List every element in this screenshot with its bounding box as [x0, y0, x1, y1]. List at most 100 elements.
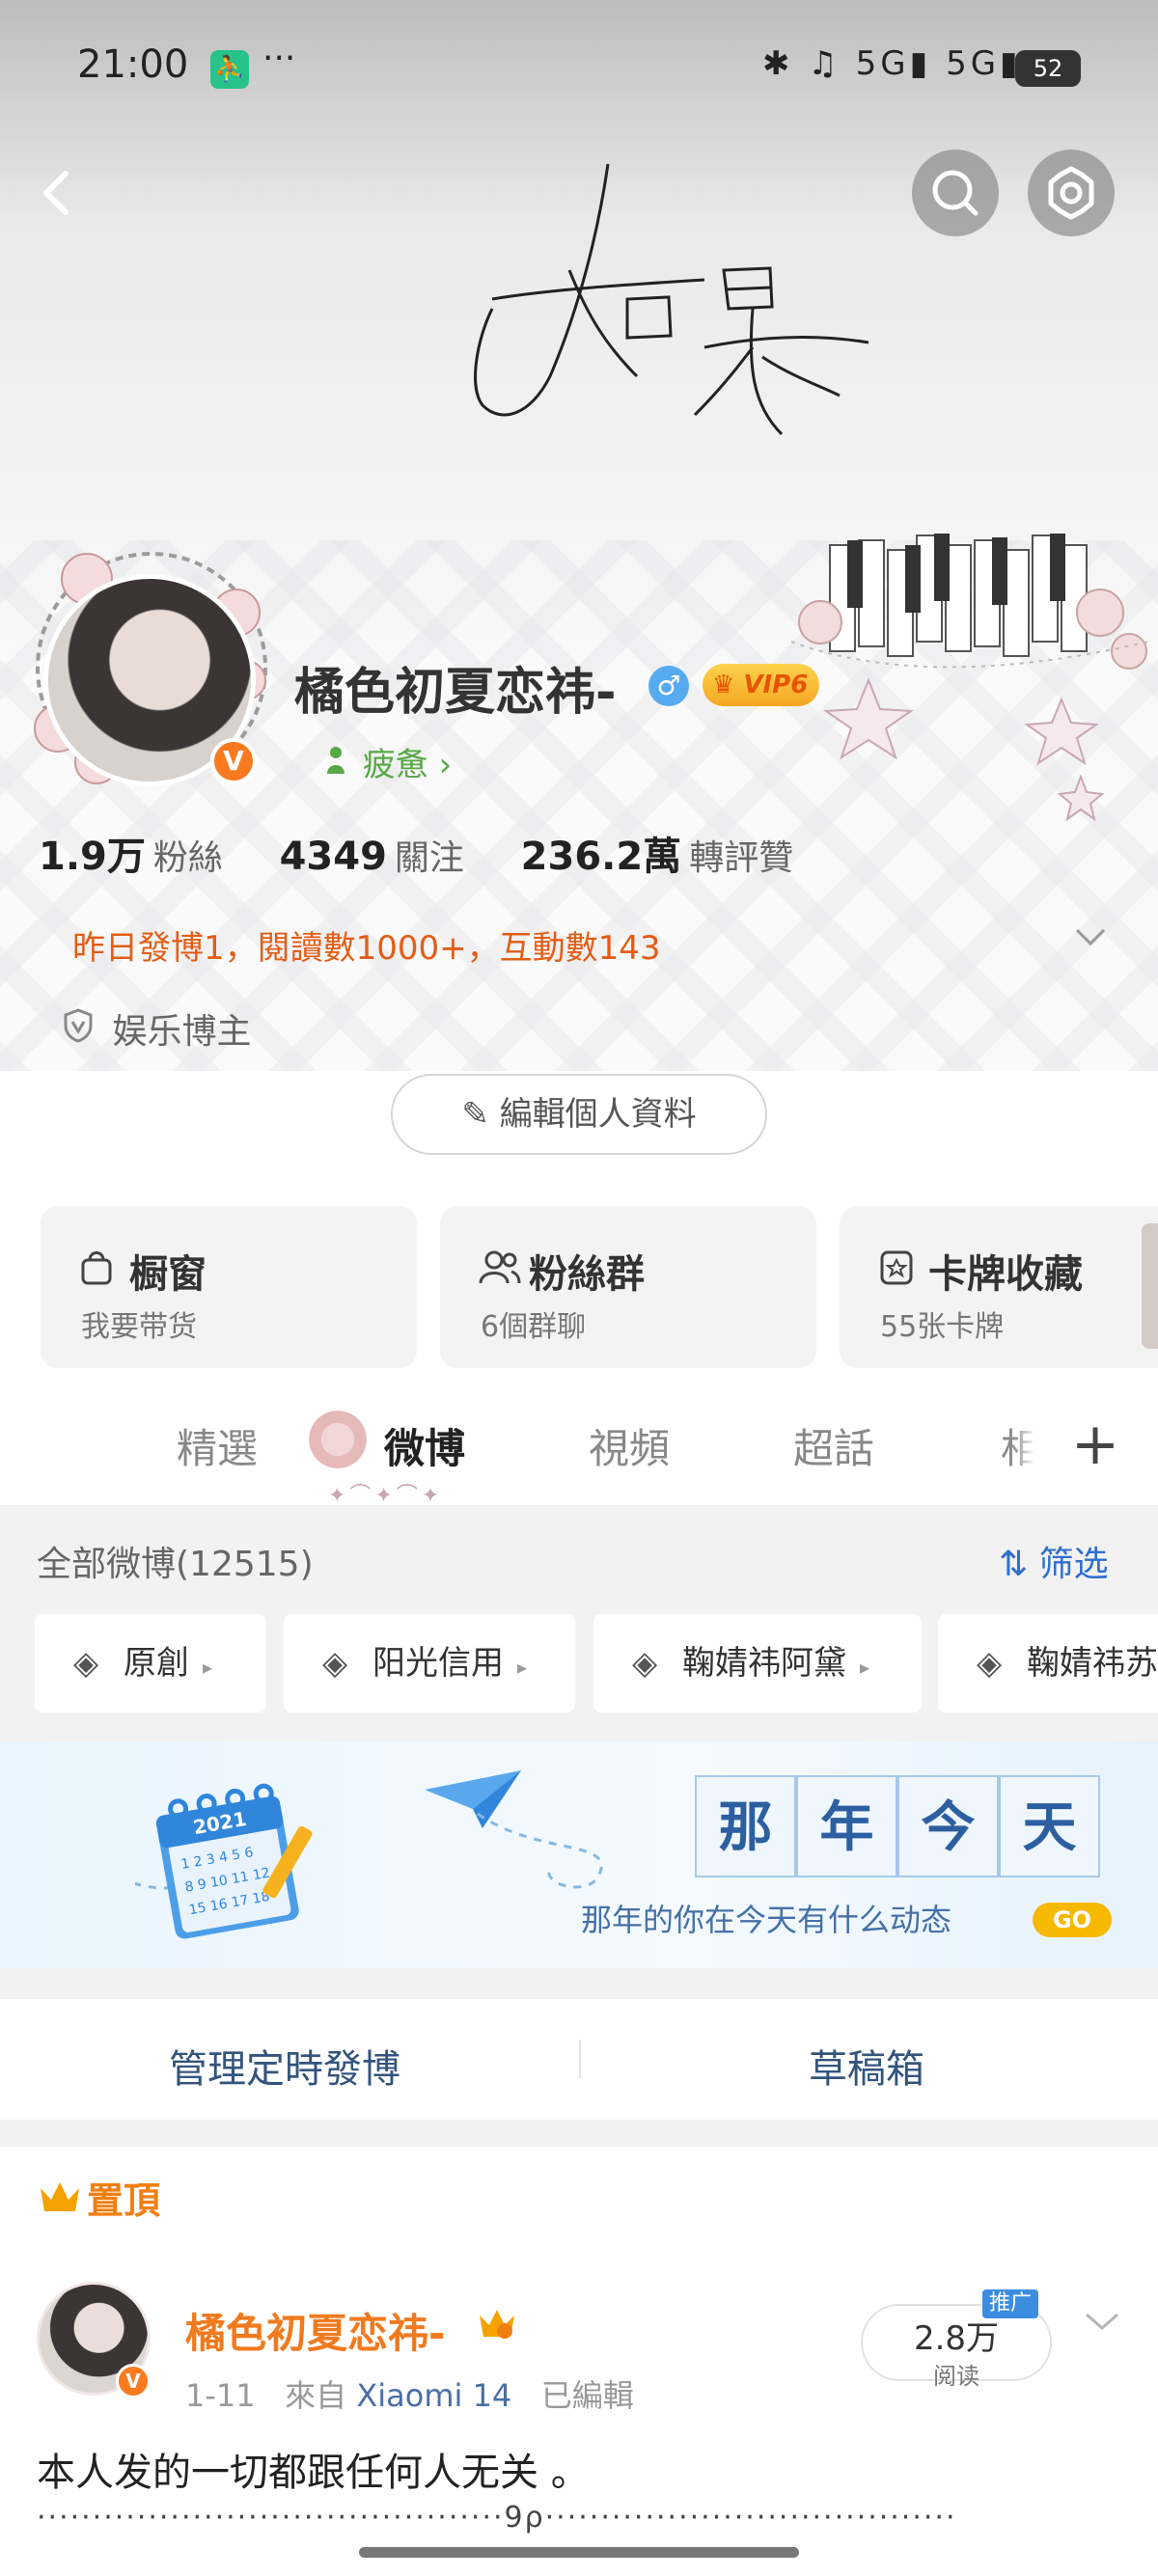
title-char: 年 — [796, 1775, 897, 1877]
status-bar: 21:00 ⛹ ··· ✱ ♫ 5G▮ 5G▮ 52 — [0, 0, 1158, 135]
chip-sunshine-credit[interactable]: ◈ 阳光信用 ▸ — [284, 1614, 575, 1713]
back-arrow-icon[interactable] — [29, 164, 87, 222]
tab-super-topics[interactable]: 超話 — [793, 1416, 874, 1475]
battery-icon: 52 — [1015, 50, 1081, 87]
chip-topic-b[interactable]: ◈ 鞠婧祎苏 — [938, 1614, 1158, 1713]
post-source[interactable]: Xiaomi 14 — [356, 2377, 511, 2414]
title-char: 天 — [999, 1775, 1100, 1877]
read-count: 2.8万 — [913, 2319, 1000, 2358]
vip-badge[interactable]: ♛ VIP6 — [703, 664, 820, 706]
post-author-name[interactable]: 橘色初夏恋祎- — [185, 2301, 445, 2360]
more-notifications-icon: ··· — [262, 39, 296, 78]
scheduled-posts-button[interactable]: 管理定時發博 — [169, 2038, 400, 2094]
card-collection-title: 卡牌收藏 — [928, 1252, 1083, 1297]
profile-screen: 21:00 ⛹ ··· ✱ ♫ 5G▮ 5G▮ 52 V 橘色初夏恋祎- ♂ ♛… — [0, 0, 1158, 2576]
layers-icon: ◈ — [977, 1644, 1003, 1683]
post-date: 1-11 — [185, 2377, 256, 2414]
layers-icon: ◈ — [73, 1644, 99, 1683]
likes-stat[interactable]: 236.2萬 轉評贊 — [521, 835, 839, 879]
post-edited-label: 已編輯 — [540, 2377, 634, 2414]
tab-videos[interactable]: 視頻 — [589, 1416, 670, 1475]
divider-band — [0, 1968, 1158, 1999]
card-fan-groups-title: 粉絲群 — [529, 1252, 645, 1297]
filter-label: 筛选 — [1038, 1545, 1109, 1584]
post-text: 本人发的一切都跟任何人无关 。 — [37, 2451, 590, 2495]
profile-tabs: 精選 微博 ✦⌒✦⌒✦ 視頻 超話 相 — [0, 1389, 1158, 1508]
pinned-label: 置頂 — [39, 2171, 160, 2224]
card-showcase[interactable]: 橱窗 我要带货 — [41, 1206, 417, 1368]
member-crown-icon — [478, 2306, 516, 2349]
gear-icon[interactable] — [1028, 150, 1115, 236]
post-meta: 1-11 來自 Xiaomi 14 已編輯 — [185, 2371, 634, 2416]
tab-featured[interactable]: 精選 — [177, 1416, 258, 1475]
card-card-collection[interactable]: 卡牌收藏 55张卡牌 — [840, 1206, 1158, 1368]
edit-profile-button[interactable]: ✎ 編輯個人資料 — [391, 1074, 767, 1155]
card-collection-subtitle: 55张卡牌 — [880, 1310, 1005, 1344]
likes-label: 轉評贊 — [689, 838, 794, 878]
rose-icon — [309, 1411, 367, 1468]
followers-count: 1.9万 — [39, 835, 146, 879]
all-posts-count[interactable]: 全部微博(12515) — [37, 1536, 314, 1586]
next-card-thumbnail[interactable] — [1142, 1223, 1158, 1349]
piano-decoration — [790, 526, 1158, 838]
verified-badge: V — [116, 2364, 151, 2398]
fitness-app-icon: ⛹ — [210, 50, 249, 89]
profile-username: 橘色初夏恋祎- — [294, 664, 617, 722]
male-gender-icon: ♂ — [648, 666, 689, 706]
chip-label: 鞠婧祎阿黛 — [682, 1644, 846, 1683]
action-row: 管理定時發博 草稿箱 — [0, 1999, 1158, 2120]
chip-topic-a[interactable]: ◈ 鞠婧祎阿黛 ▸ — [593, 1614, 922, 1713]
mood-icon — [323, 745, 352, 784]
home-indicator[interactable] — [359, 2547, 799, 2558]
layers-icon: ◈ — [322, 1644, 348, 1683]
edit-profile-label: 編輯個人資料 — [499, 1095, 697, 1134]
chevron-down-icon[interactable] — [1071, 917, 1110, 961]
tab-weibo[interactable]: 微博 — [384, 1416, 465, 1475]
title-char: 那 — [695, 1775, 796, 1877]
followers-stat[interactable]: 1.9万 粉絲 — [39, 835, 267, 879]
chip-label: 原創 — [124, 1644, 189, 1683]
chip-label: 阳光信用 — [372, 1644, 504, 1683]
following-count: 4349 — [279, 835, 387, 879]
on-this-day-subtitle: 那年的你在今天有什么动态 — [581, 1902, 952, 1938]
mood-status[interactable]: 疲惫 › — [323, 738, 452, 785]
pinned-text: 置頂 — [87, 2179, 161, 2222]
card-icon — [878, 1248, 928, 1297]
chip-label: 鞠婧祎苏 — [1027, 1644, 1158, 1683]
calendar-icon: 2021 1 2 3 4 5 68 9 10 11 12 15 16 17 18 — [0, 1775, 328, 1944]
post-text-dots: ········································… — [37, 2501, 957, 2535]
title-char: 今 — [897, 1775, 999, 1877]
pencil-icon: ✎ — [461, 1095, 489, 1134]
filter-button[interactable]: ⇅ 筛选 — [999, 1536, 1109, 1586]
chip-original[interactable]: ◈ 原創 ▸ — [35, 1614, 266, 1713]
promote-badge[interactable]: 推广 — [982, 2289, 1038, 2318]
go-button[interactable]: GO — [1033, 1903, 1112, 1937]
post-menu-chevron-icon[interactable] — [1081, 2301, 1123, 2345]
followers-label: 粉絲 — [152, 838, 223, 878]
read-label: 阅读 — [933, 2363, 979, 2390]
group-icon — [479, 1248, 529, 1297]
blogger-tag[interactable]: 娱乐博主 — [63, 1003, 251, 1054]
post-from-label: 來自 — [285, 2377, 347, 2414]
drafts-button[interactable]: 草稿箱 — [809, 2038, 924, 2094]
chip-arrow-icon: ▸ — [203, 1656, 213, 1679]
shopping-bag-icon — [79, 1248, 129, 1297]
crown-icon — [39, 2179, 87, 2222]
following-label: 關注 — [394, 838, 464, 878]
likes-count: 236.2萬 — [520, 835, 682, 879]
mood-label: 疲惫 › — [362, 746, 453, 784]
following-stat[interactable]: 4349 關注 — [280, 835, 509, 879]
action-divider — [579, 2040, 581, 2078]
add-tab-icon[interactable]: + — [1033, 1389, 1158, 1505]
divider-band — [0, 2120, 1158, 2147]
chip-arrow-icon: ▸ — [860, 1656, 870, 1679]
system-icons: ✱ ♫ 5G▮ 5G▮ — [762, 44, 1022, 83]
card-fan-groups[interactable]: 粉絲群 6個群聊 — [440, 1206, 816, 1368]
card-showcase-subtitle: 我要带货 — [81, 1310, 197, 1344]
verified-badge: V — [210, 738, 257, 784]
profile-stats: 1.9万 粉絲 4349 關注 236.2萬 轉評贊 — [39, 825, 838, 881]
blogger-tag-label: 娱乐博主 — [112, 1012, 252, 1052]
filter-sort-icon: ⇅ — [999, 1545, 1029, 1584]
layers-icon: ◈ — [632, 1644, 658, 1683]
yesterday-summary[interactable]: 昨日發博1，閱讀數1000+，互動數143 — [72, 921, 661, 969]
